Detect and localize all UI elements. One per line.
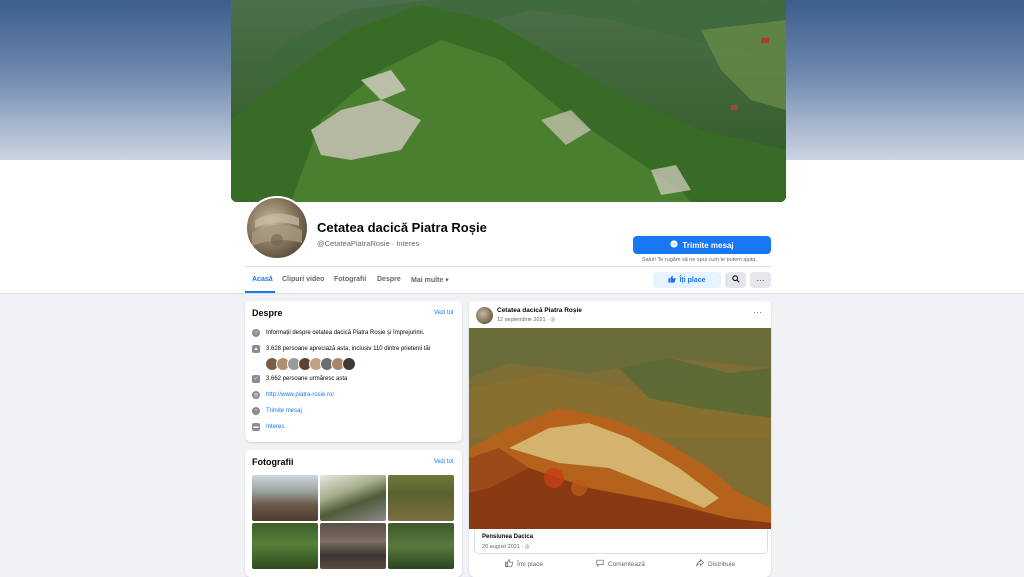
about-message-row: ~ Trimite mesaj (252, 407, 302, 415)
about-website-link[interactable]: http://www.piatra-rosie.ro/ (266, 392, 334, 398)
about-description: Informații despre cetatea dacică Piatra … (266, 330, 425, 336)
messenger-icon: ~ (252, 407, 260, 415)
photos-title: Fotografii (252, 457, 294, 467)
photo-thumbnail[interactable] (320, 523, 386, 569)
post-photo[interactable] (469, 328, 771, 529)
messenger-icon (670, 240, 679, 250)
more-icon: ··· (756, 275, 765, 285)
post-date-text: 12 septembrie 2021 · (497, 317, 551, 323)
share-button[interactable]: Distribuie (696, 559, 735, 569)
attachment-name: Pensiunea Dacica (482, 534, 534, 540)
post-date[interactable]: 12 septembrie 2021 · ◎ (497, 317, 555, 323)
post-author-name[interactable]: Cetatea dacică Piatra Roșie (497, 307, 582, 314)
about-description-row: i Informații despre cetatea dacică Piatr… (252, 329, 424, 337)
photo-thumbnail[interactable] (320, 475, 386, 521)
about-website-row: ◎ http://www.piatra-rosie.ro/ (252, 391, 334, 399)
cover-photo[interactable] (231, 0, 786, 202)
post-options-button[interactable]: ··· (753, 307, 762, 317)
globe-icon: ◎ (252, 391, 260, 399)
about-category-row: ▬ Interes (252, 423, 284, 431)
photos-see-all-link[interactable]: Vezi tot (434, 459, 454, 465)
header-divider (0, 293, 1024, 294)
followers-icon: ✓ (252, 375, 260, 383)
tab-more[interactable]: Mai multe ▾ (411, 276, 449, 284)
tab-videos[interactable]: Clipuri video (282, 276, 324, 283)
friends-avatars[interactable] (265, 357, 356, 371)
about-followers-row: ✓ 3.662 persoane urmăresc asta (252, 375, 347, 383)
comment-button[interactable]: Comentează (596, 559, 645, 569)
active-tab-indicator (245, 291, 275, 293)
search-icon (731, 275, 740, 285)
tab-about[interactable]: Despre (377, 276, 401, 283)
tab-home[interactable]: Acasă (252, 276, 273, 283)
about-category-link[interactable]: Interes (266, 424, 284, 430)
about-likes: 3.628 persoane apreciază asta, inclusiv … (266, 346, 430, 352)
like-post-label: Îmi place (517, 560, 544, 568)
like-page-button[interactable]: Îți place (653, 272, 721, 288)
globe-icon: ◎ (550, 317, 556, 323)
about-card: Despre Vezi tot i Informații despre ceta… (245, 301, 462, 442)
page-username[interactable]: @CetateaPiatraRosie · Interes (317, 239, 419, 248)
more-options-button[interactable]: ··· (750, 272, 771, 288)
send-message-note: Salut! Te rugăm să ne spui cum te putem … (642, 257, 757, 263)
search-button[interactable] (725, 272, 746, 288)
photo-thumbnail[interactable] (252, 523, 318, 569)
thumbs-up-icon: ▲ (252, 345, 260, 353)
friend-avatar[interactable] (342, 357, 356, 371)
photos-card: Fotografii Vezi tot (245, 450, 462, 577)
thumbs-up-icon (505, 559, 513, 569)
share-icon (696, 559, 705, 569)
category-icon: ▬ (252, 423, 260, 431)
about-see-all-link[interactable]: Vezi tot (434, 310, 454, 316)
send-message-label: Trimite mesaj (682, 240, 734, 250)
tabs-divider (245, 266, 771, 267)
page-avatar[interactable] (245, 196, 309, 260)
post-author-avatar[interactable] (476, 307, 493, 324)
globe-icon: ◎ (524, 544, 530, 550)
send-message-button[interactable]: Trimite mesaj (633, 236, 771, 254)
photo-thumbnail[interactable] (252, 475, 318, 521)
attachment-date: 20 august 2021 · ◎ (482, 544, 530, 550)
page-title: Cetatea dacică Piatra Roșie (317, 220, 487, 235)
like-post-button[interactable]: Îmi place (505, 559, 543, 569)
comment-label: Comentează (608, 560, 645, 568)
info-icon: i (252, 329, 260, 337)
comment-icon (596, 559, 604, 569)
post-attachment[interactable]: Pensiunea Dacica 20 august 2021 · ◎ (474, 529, 768, 554)
about-likes-row: ▲ 3.628 persoane apreciază asta, inclusi… (252, 345, 430, 353)
photo-thumbnail[interactable] (388, 475, 454, 521)
share-label: Distribuie (708, 560, 736, 568)
photo-thumbnail[interactable] (388, 523, 454, 569)
about-followers: 3.662 persoane urmăresc asta (266, 376, 348, 382)
tab-photos[interactable]: Fotografii (334, 276, 366, 283)
attachment-date-text: 20 august 2021 · (482, 544, 525, 550)
post-card: Cetatea dacică Piatra Roșie 12 septembri… (469, 301, 771, 577)
thumbs-up-icon (668, 275, 677, 285)
about-title: Despre (252, 308, 283, 318)
like-page-label: Îți place (679, 276, 706, 284)
about-message-link[interactable]: Trimite mesaj (266, 408, 302, 414)
